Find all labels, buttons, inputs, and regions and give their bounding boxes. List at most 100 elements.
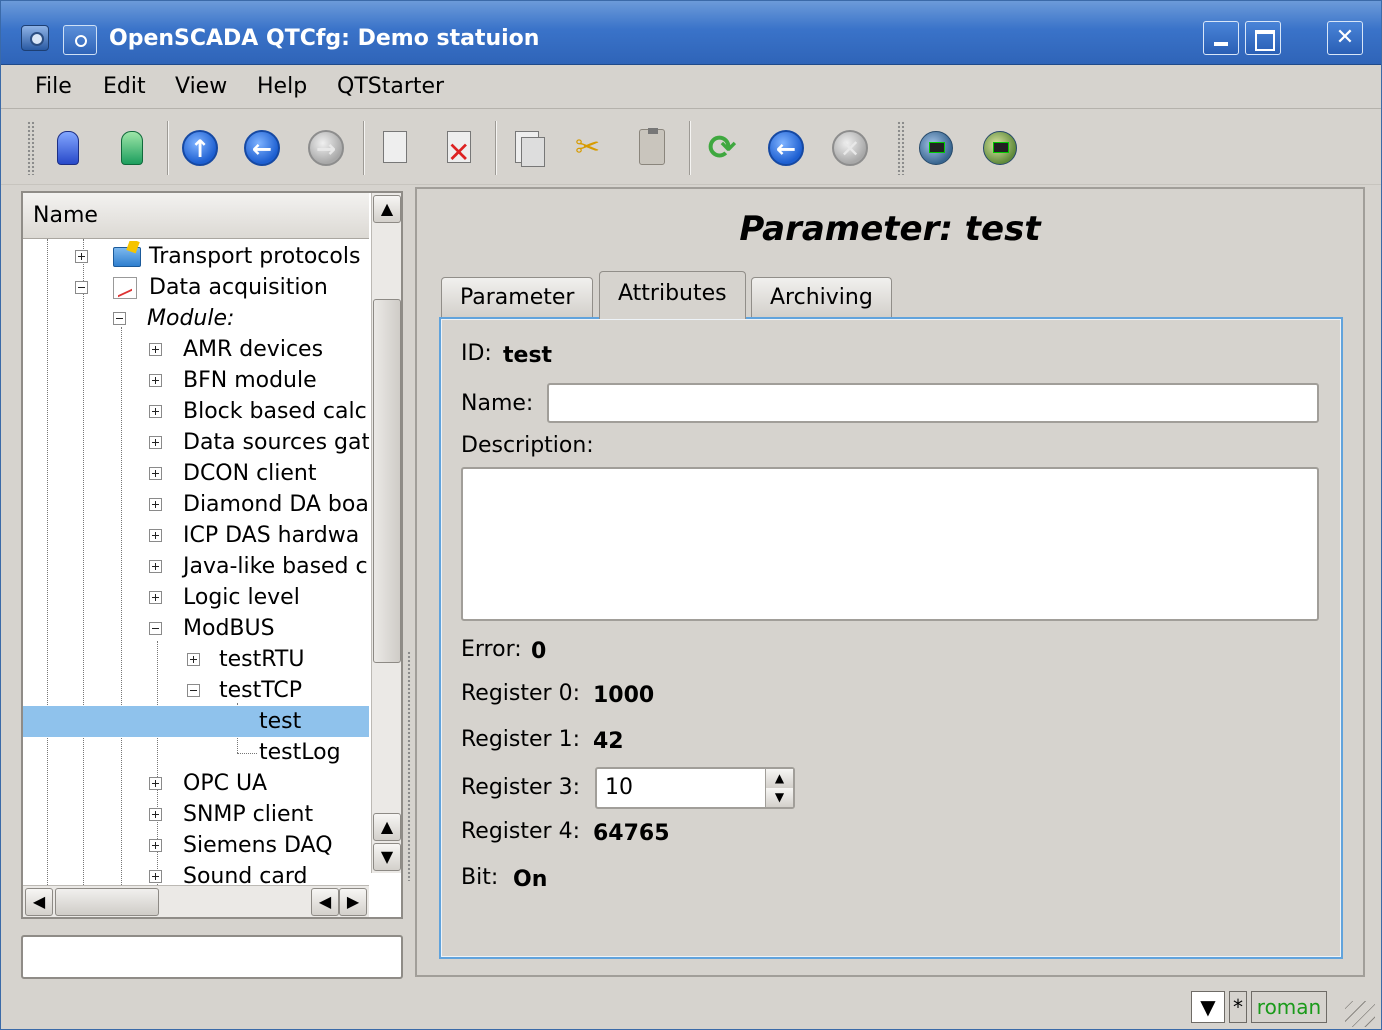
id-value: test xyxy=(503,343,553,368)
menu-qtstarter[interactable]: QTStarter xyxy=(337,71,444,103)
expand-icon[interactable] xyxy=(149,498,162,511)
minimize-button[interactable] xyxy=(1203,21,1239,55)
cut-button[interactable]: ✂ xyxy=(569,127,611,169)
db-load-button[interactable] xyxy=(47,127,89,169)
tree-item-testrtu[interactable]: testRTU xyxy=(23,644,369,675)
start-button[interactable]: ← xyxy=(765,127,807,169)
manager-button[interactable] xyxy=(915,127,957,169)
expand-icon[interactable] xyxy=(149,591,162,604)
expand-icon[interactable] xyxy=(187,653,200,666)
expand-icon[interactable] xyxy=(75,250,88,263)
register-1-label: Register 1: xyxy=(461,727,580,752)
scroll-up-arrow-icon[interactable]: ▲ xyxy=(373,195,401,223)
register-3-value[interactable]: 10 xyxy=(605,769,633,807)
expand-icon[interactable] xyxy=(149,560,162,573)
expand-icon[interactable] xyxy=(149,405,162,418)
collapse-icon[interactable] xyxy=(187,684,200,697)
description-label: Description: xyxy=(461,433,594,458)
up-button[interactable]: ↑ xyxy=(179,127,221,169)
status-dropdown-button[interactable]: ▼ xyxy=(1191,991,1225,1023)
toolbar-grip[interactable] xyxy=(897,121,905,175)
expand-icon[interactable] xyxy=(149,529,162,542)
collapse-icon[interactable] xyxy=(149,622,162,635)
scroll-left-arrow-icon[interactable]: ◀ xyxy=(25,888,53,916)
menu-view[interactable]: View xyxy=(175,71,227,103)
manager-alt-button[interactable] xyxy=(979,127,1021,169)
tree-item-modbus[interactable]: ModBUS xyxy=(23,613,369,644)
scroll-left-arrow-icon[interactable]: ◀ xyxy=(311,888,339,916)
collapse-icon[interactable] xyxy=(75,281,88,294)
tree-item-logic-level[interactable]: Logic level xyxy=(23,582,369,613)
collapse-icon[interactable] xyxy=(113,312,126,325)
tree-horizontal-scrollbar[interactable]: ◀ ◀ ▶ xyxy=(23,885,369,917)
scroll-up-arrow-icon[interactable]: ▲ xyxy=(373,813,401,841)
register-0-label: Register 0: xyxy=(461,681,580,706)
panel-splitter[interactable] xyxy=(405,191,413,921)
name-input[interactable] xyxy=(547,383,1319,423)
delete-item-button[interactable]: ✕ xyxy=(439,127,481,169)
navigation-tree[interactable]: Name Transport protocols Data acquisitio… xyxy=(21,191,403,919)
copy-button[interactable] xyxy=(507,127,549,169)
register-3-spinbox[interactable]: 10 ▲ ▼ xyxy=(595,767,795,809)
scroll-down-arrow-icon[interactable]: ▼ xyxy=(373,843,401,871)
back-button[interactable]: ← xyxy=(241,127,283,169)
spin-up-icon[interactable]: ▲ xyxy=(765,769,793,788)
tree-item-testlog[interactable]: testLog xyxy=(23,737,369,768)
toolbar-grip[interactable] xyxy=(27,121,35,175)
user-label[interactable]: roman xyxy=(1251,991,1327,1023)
tree-item-module[interactable]: Module: xyxy=(23,303,369,334)
expand-icon[interactable] xyxy=(149,343,162,356)
tree-item-siemens-daq[interactable]: Siemens DAQ xyxy=(23,830,369,861)
tree-item-data-acquisition[interactable]: Data acquisition xyxy=(23,272,369,303)
menu-file[interactable]: File xyxy=(35,71,72,103)
tree-item-bfn-module[interactable]: BFN module xyxy=(23,365,369,396)
tree-item-dcon-client[interactable]: DCON client xyxy=(23,458,369,489)
tree-vertical-scrollbar[interactable]: ▲ ▲ ▼ xyxy=(371,193,401,873)
add-item-button[interactable] xyxy=(375,127,417,169)
expand-icon[interactable] xyxy=(149,777,162,790)
expand-icon[interactable] xyxy=(149,808,162,821)
tree-item-transport-protocols[interactable]: Transport protocols xyxy=(23,241,369,272)
status-input[interactable] xyxy=(21,935,403,979)
tree-item-label: ModBUS xyxy=(183,616,275,641)
expand-icon[interactable] xyxy=(149,870,162,883)
menu-help[interactable]: Help xyxy=(257,71,307,103)
tree-item-icp-das[interactable]: ICP DAS hardwa xyxy=(23,520,369,551)
tree-item-label: OPC UA xyxy=(183,771,268,796)
tree-item-data-sources-gate[interactable]: Data sources gat xyxy=(23,427,369,458)
maximize-button[interactable] xyxy=(1245,21,1281,55)
register-0-value: 1000 xyxy=(593,683,655,708)
expand-icon[interactable] xyxy=(149,467,162,480)
forward-button[interactable]: → xyxy=(305,127,347,169)
db-save-button[interactable] xyxy=(111,127,153,169)
close-button[interactable]: ✕ xyxy=(1327,21,1363,55)
scroll-thumb[interactable] xyxy=(55,888,159,916)
tab-parameter[interactable]: Parameter xyxy=(441,277,594,317)
spin-down-icon[interactable]: ▼ xyxy=(765,788,793,807)
tree-item-testtcp[interactable]: testTCP xyxy=(23,675,369,706)
paste-button[interactable] xyxy=(631,127,673,169)
up-icon: ↑ xyxy=(182,130,218,166)
tree-item-block-based-calc[interactable]: Block based calc xyxy=(23,396,369,427)
window-menu-button[interactable] xyxy=(63,25,97,55)
tab-attributes[interactable]: Attributes xyxy=(599,271,746,319)
tree-item-java-like[interactable]: Java-like based c xyxy=(23,551,369,582)
tree-item-diamond-da[interactable]: Diamond DA boa xyxy=(23,489,369,520)
menu-edit[interactable]: Edit xyxy=(103,71,146,103)
description-textarea[interactable] xyxy=(461,467,1319,621)
resize-grip[interactable] xyxy=(1345,1001,1375,1027)
tree-item-amr-devices[interactable]: AMR devices xyxy=(23,334,369,365)
tree-header-name[interactable]: Name xyxy=(23,193,369,239)
tree-item-snmp-client[interactable]: SNMP client xyxy=(23,799,369,830)
bit-label: Bit: xyxy=(461,865,499,890)
expand-icon[interactable] xyxy=(149,839,162,852)
refresh-button[interactable]: ⟳ xyxy=(701,127,743,169)
expand-icon[interactable] xyxy=(149,436,162,449)
expand-icon[interactable] xyxy=(149,374,162,387)
scroll-thumb[interactable] xyxy=(373,299,401,663)
stop-button[interactable]: ✕ xyxy=(829,127,871,169)
tree-item-opc-ua[interactable]: OPC UA xyxy=(23,768,369,799)
scroll-right-arrow-icon[interactable]: ▶ xyxy=(339,888,367,916)
tree-item-test[interactable]: test xyxy=(23,706,369,737)
tab-archiving[interactable]: Archiving xyxy=(751,277,892,317)
